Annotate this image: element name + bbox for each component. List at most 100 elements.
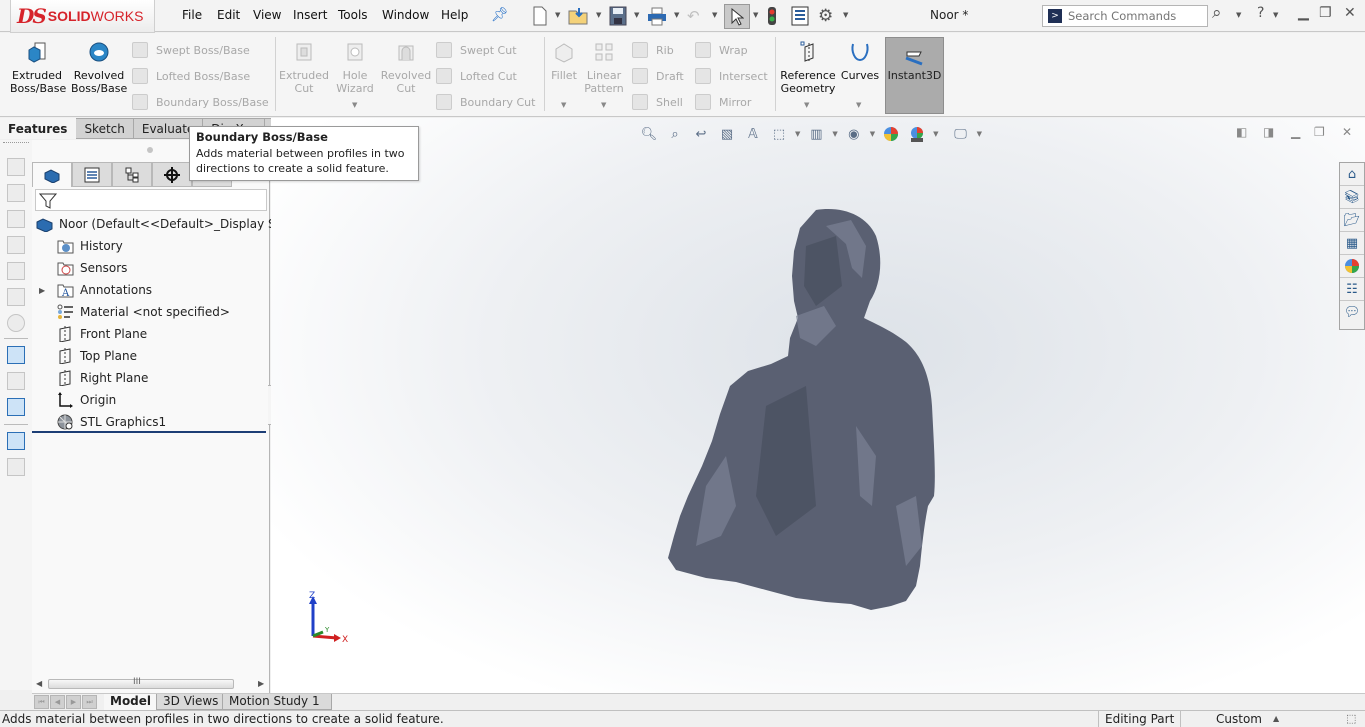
extruded-cut-button[interactable]: Extruded Cut — [278, 41, 330, 95]
menu-file[interactable]: File — [182, 8, 202, 22]
unit-system-selector[interactable]: Custom — [1216, 712, 1262, 726]
view-orientation-caret[interactable]: ▼ — [795, 130, 800, 138]
shaded-sphere-icon[interactable] — [7, 314, 25, 332]
reference-geometry-dropdown-caret[interactable]: ▼ — [804, 101, 809, 109]
tree-item-sensors[interactable]: Sensors — [32, 257, 270, 279]
edit-appearance-icon[interactable] — [881, 125, 901, 143]
previous-document-icon[interactable]: ◧ — [1236, 125, 1247, 139]
lofted-boss-base-button[interactable]: Lofted Boss/Base — [132, 67, 250, 85]
extruded-boss-shortcut-icon[interactable] — [7, 432, 25, 450]
draft-button[interactable]: Draft — [632, 67, 684, 85]
panel-grip[interactable] — [147, 147, 153, 153]
new-dropdown-caret[interactable]: ▼ — [555, 11, 560, 19]
rib-button[interactable]: Rib — [632, 41, 674, 59]
solidworks-logo[interactable]: DS SOLIDWORKS — [10, 0, 155, 33]
display-style-caret[interactable]: ▼ — [832, 130, 837, 138]
print-icon[interactable] — [647, 6, 667, 26]
undo-dropdown-caret[interactable]: ▼ — [712, 11, 717, 19]
mirror-button[interactable]: Mirror — [695, 93, 751, 111]
help-dropdown-caret[interactable]: ▼ — [1273, 11, 1278, 19]
next-document-icon[interactable]: ◨ — [1263, 125, 1274, 139]
new-document-icon[interactable] — [532, 6, 548, 26]
zoom-to-fit-icon[interactable]: 🔍︎ — [639, 125, 659, 143]
extruded-cut-shortcut-icon[interactable] — [7, 458, 25, 476]
tree-item-right-plane[interactable]: Right Plane — [32, 367, 270, 389]
custom-properties-icon[interactable]: ☷ — [1340, 278, 1364, 301]
boundary-cut-button[interactable]: Boundary Cut — [436, 93, 535, 111]
search-commands-box[interactable]: > — [1042, 5, 1208, 27]
boundary-boss-base-button[interactable]: Boundary Boss/Base — [132, 93, 269, 111]
view-settings-monitor-icon[interactable]: 🖵︎ — [951, 125, 971, 143]
hidden-lines-removed-icon[interactable] — [7, 236, 25, 254]
display-monitor-icon[interactable] — [7, 398, 25, 416]
smart-dimension-icon[interactable] — [7, 372, 25, 390]
extruded-boss-base-button[interactable]: Extruded Boss/Base — [10, 41, 66, 95]
next-tab-button[interactable]: ▶ — [66, 695, 81, 709]
tab-sketch[interactable]: Sketch — [76, 118, 134, 139]
curves-button[interactable]: Curves — [840, 41, 880, 82]
zoom-to-area-icon[interactable]: ⌕ — [665, 125, 685, 143]
swept-cut-button[interactable]: Swept Cut — [436, 41, 517, 59]
tab-motion-study-1[interactable]: Motion Study 1 — [222, 694, 332, 710]
select-tool-button[interactable] — [724, 4, 750, 29]
close-window-icon[interactable]: ✕ — [1344, 5, 1356, 21]
unit-system-caret-icon[interactable]: ▲ — [1273, 714, 1279, 723]
feature-tree-filter[interactable] — [35, 189, 267, 211]
instant3d-toggle[interactable]: Instant3D — [885, 37, 944, 114]
design-library-icon[interactable]: 📚︎ — [1340, 186, 1364, 209]
fillet-dropdown-caret[interactable]: ▼ — [561, 101, 566, 109]
sketch-icon[interactable] — [7, 346, 25, 364]
solidworks-resources-home-icon[interactable]: ⌂ — [1340, 163, 1364, 186]
tree-item-stl-graphics[interactable]: STL Graphics1 — [32, 411, 270, 433]
revolved-cut-button[interactable]: Revolved Cut — [380, 41, 432, 95]
view-cube-icon[interactable] — [7, 158, 25, 176]
appearances-scenes-icon[interactable] — [1340, 255, 1364, 278]
hole-wizard-button[interactable]: Hole Wizard — [332, 41, 378, 95]
scrollbar-thumb[interactable]: III — [48, 677, 234, 689]
options-dropdown-caret[interactable]: ▼ — [843, 11, 848, 19]
tree-item-top-plane[interactable]: Top Plane — [32, 345, 270, 367]
dynamic-annotation-view-icon[interactable]: 𝔸 — [743, 125, 763, 143]
save-icon[interactable] — [609, 6, 627, 26]
tree-root-part[interactable]: Noor (Default<<Default>_Display State — [32, 213, 300, 235]
options-gear-icon[interactable]: ⚙ — [818, 6, 833, 26]
pin-menu-icon[interactable]: 📌︎ — [491, 7, 509, 23]
revolved-boss-base-button[interactable]: Revolved Boss/Base — [71, 41, 127, 95]
rebuild-traffic-light-icon[interactable] — [767, 6, 777, 26]
tab-features[interactable]: Features — [0, 118, 77, 139]
viewport-restore-icon[interactable]: ❐ — [1314, 125, 1325, 139]
viewport-close-icon[interactable]: ✕ — [1342, 125, 1352, 139]
search-commands-input[interactable] — [1068, 9, 1203, 23]
section-view-icon[interactable]: ▧ — [717, 125, 737, 143]
restore-window-icon[interactable]: ❐ — [1319, 5, 1332, 21]
dimxpert-manager-tab[interactable] — [152, 162, 192, 187]
configuration-manager-tab[interactable] — [112, 162, 152, 187]
undo-icon[interactable]: ↶ — [687, 6, 700, 26]
linear-pattern-button[interactable]: Linear Pattern — [583, 41, 625, 95]
tree-item-origin[interactable]: Origin — [32, 389, 270, 411]
print-dropdown-caret[interactable]: ▼ — [674, 11, 679, 19]
first-tab-button[interactable]: ⏮ — [34, 695, 49, 709]
toolbar-grip[interactable] — [3, 142, 29, 144]
apply-scene-caret[interactable]: ▼ — [933, 130, 938, 138]
curves-dropdown-caret[interactable]: ▼ — [856, 101, 861, 109]
tree-item-history[interactable]: History — [32, 235, 270, 257]
last-tab-button[interactable]: ⏭ — [82, 695, 97, 709]
scroll-left-arrow-icon[interactable]: ◀ — [36, 679, 42, 688]
graphics-area[interactable]: 🔍︎ ⌕ ↩ ▧ 𝔸 ⬚ ▼ ▥ ▼ ◉ ▼ ▼ 🖵︎ ▼ ◧ ◨ ▁ ❐ ✕ … — [271, 118, 1365, 693]
menu-tools[interactable]: Tools — [338, 8, 368, 22]
tree-item-annotations[interactable]: ▶ A Annotations — [32, 279, 270, 301]
menu-edit[interactable]: Edit — [217, 8, 240, 22]
scroll-right-arrow-icon[interactable]: ▶ — [258, 679, 264, 688]
tab-model[interactable]: Model — [104, 694, 158, 710]
search-dropdown-caret[interactable]: ▼ — [1236, 11, 1241, 19]
lofted-cut-button[interactable]: Lofted Cut — [436, 67, 517, 85]
open-folder-icon[interactable] — [568, 6, 590, 26]
rollback-bar[interactable] — [32, 431, 266, 433]
search-magnifier-icon[interactable]: ⌕ — [1212, 3, 1222, 23]
fillet-button[interactable]: Fillet — [547, 41, 581, 82]
select-dropdown-caret[interactable]: ▼ — [753, 11, 758, 19]
menu-help[interactable]: Help — [441, 8, 468, 22]
feature-tree-horizontal-scrollbar[interactable]: ◀ III ▶ — [32, 677, 268, 691]
view-settings-caret[interactable]: ▼ — [977, 130, 982, 138]
